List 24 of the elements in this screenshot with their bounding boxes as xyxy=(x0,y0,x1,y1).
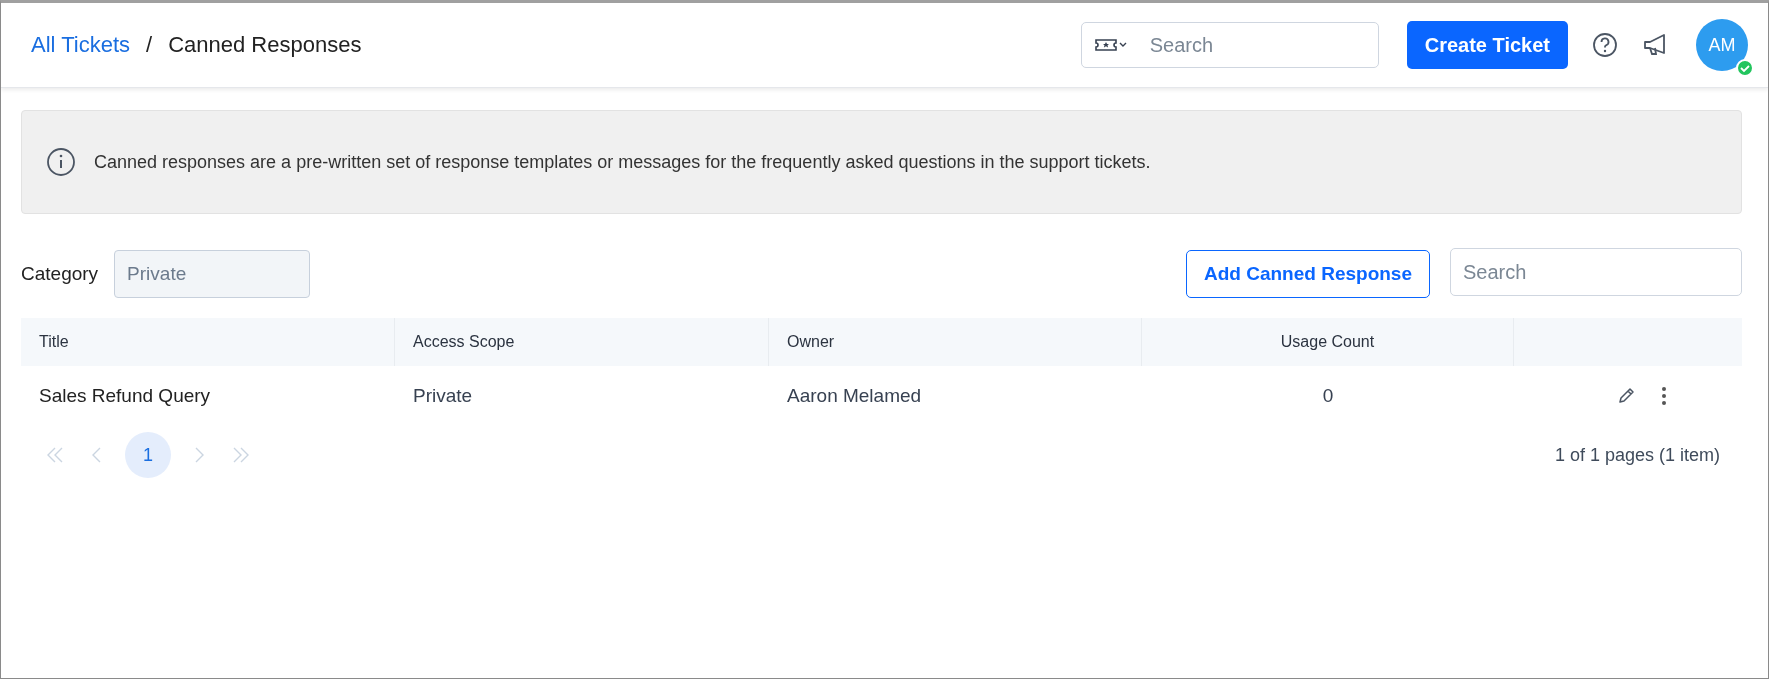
edit-icon[interactable] xyxy=(1616,386,1636,406)
breadcrumb-link[interactable]: All Tickets xyxy=(31,32,131,58)
category-label: Category xyxy=(21,263,99,285)
search-field[interactable]: Search xyxy=(1080,22,1379,68)
create-ticket-button[interactable]: Create Ticket xyxy=(1406,21,1568,69)
column-header: Title xyxy=(39,333,69,351)
info-icon xyxy=(46,147,76,177)
table-cell: Aaron Melamed xyxy=(787,385,922,407)
breadcrumb-separator: / xyxy=(146,32,153,58)
column-header: Owner xyxy=(787,333,835,351)
category-field: Private xyxy=(114,250,311,298)
help-icon[interactable] xyxy=(1592,32,1618,58)
table-cell: 0 xyxy=(1322,385,1334,407)
page-number-button[interactable]: 1 xyxy=(125,432,171,478)
info-text: Canned responses are a pre-written set of response templates or messages for the frequently asked questions in the support tickets. xyxy=(94,151,1151,173)
more-options-icon[interactable] xyxy=(1660,385,1668,407)
column-header: Access Scope xyxy=(413,333,515,351)
pagination-summary: 1 of 1 pages (1 item) xyxy=(1554,444,1720,466)
table-cell: Private xyxy=(413,385,473,407)
page-title: Canned Responses xyxy=(168,32,362,58)
table-cell: Sales Refund Query xyxy=(39,385,211,407)
search-field[interactable]: Search xyxy=(1450,248,1742,296)
column-header: Usage Count xyxy=(1280,333,1375,351)
add-canned-response-button[interactable]: Add Canned Response xyxy=(1186,250,1430,298)
